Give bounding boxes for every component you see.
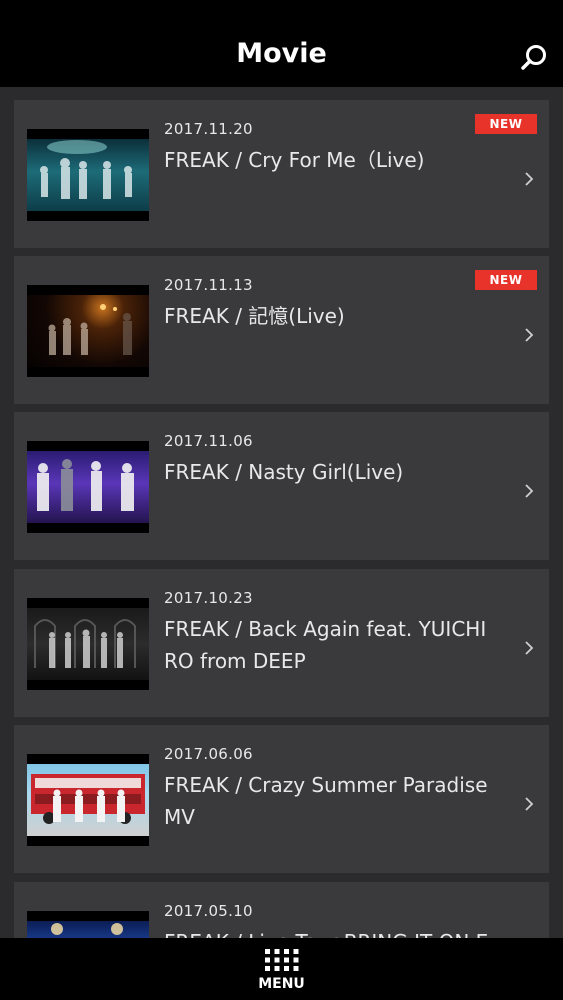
item-title: FREAK / Cry For Me（Live) (164, 148, 425, 172)
new-badge: NEW (475, 114, 537, 134)
chevron-right-icon (525, 641, 534, 655)
bottom-menu-bar[interactable]: MENU (0, 938, 563, 1000)
list-item[interactable]: 2017.11.20 FREAK / Cry For Me（Live) NEW (14, 100, 549, 248)
item-date: 2017.11.20 (164, 120, 253, 138)
app-screen: Movie 2017.11.20 FREAK / Cry For Me（Live… (0, 0, 563, 1000)
top-header: Movie (0, 0, 563, 87)
item-title: FREAK / Nasty Girl(Live) (164, 460, 404, 484)
new-badge: NEW (475, 270, 537, 290)
search-button[interactable] (518, 42, 550, 74)
video-thumbnail (27, 911, 149, 938)
chevron-right-icon (525, 172, 534, 186)
item-date: 2017.11.13 (164, 276, 253, 294)
video-thumbnail (27, 754, 149, 846)
chevron-right-icon (525, 484, 534, 498)
page-title: Movie (236, 38, 327, 69)
chevron-right-icon (525, 797, 534, 811)
movie-list: 2017.11.20 FREAK / Cry For Me（Live) NEW (0, 87, 563, 938)
item-title: FREAK / Crazy Summer Paradise MV (164, 773, 488, 829)
list-item[interactable]: 2017.11.13 FREAK / 記憶(Live) NEW (14, 256, 549, 404)
item-date: 2017.10.23 (164, 589, 253, 607)
list-item[interactable]: 2017.10.23 FREAK / Back Again feat. YUIC… (14, 569, 549, 717)
list-item[interactable]: 2017.11.06 FREAK / Nasty Girl(Live) (14, 412, 549, 560)
video-thumbnail (27, 441, 149, 533)
video-thumbnail (27, 598, 149, 690)
item-date: 2017.05.10 (164, 902, 253, 920)
item-date: 2017.06.06 (164, 745, 253, 763)
list-item[interactable]: 2017.06.06 FREAK / Crazy Summer Paradise… (14, 725, 549, 873)
video-thumbnail (27, 285, 149, 377)
chevron-right-icon (525, 328, 534, 342)
item-title: FREAK / Back Again feat. YUICHI RO from … (164, 617, 487, 673)
menu-label: MENU (258, 976, 305, 992)
item-date: 2017.11.06 (164, 432, 253, 450)
search-icon (521, 45, 546, 70)
item-title: FREAK / 記憶(Live) (164, 304, 345, 328)
video-thumbnail (27, 129, 149, 221)
list-item[interactable]: 2017.05.10 FREAK / Live Tour BRING IT ON… (14, 882, 549, 938)
item-title: FREAK / Live Tour BRING IT ON Ex (164, 926, 514, 938)
grid-menu-icon (265, 949, 299, 971)
